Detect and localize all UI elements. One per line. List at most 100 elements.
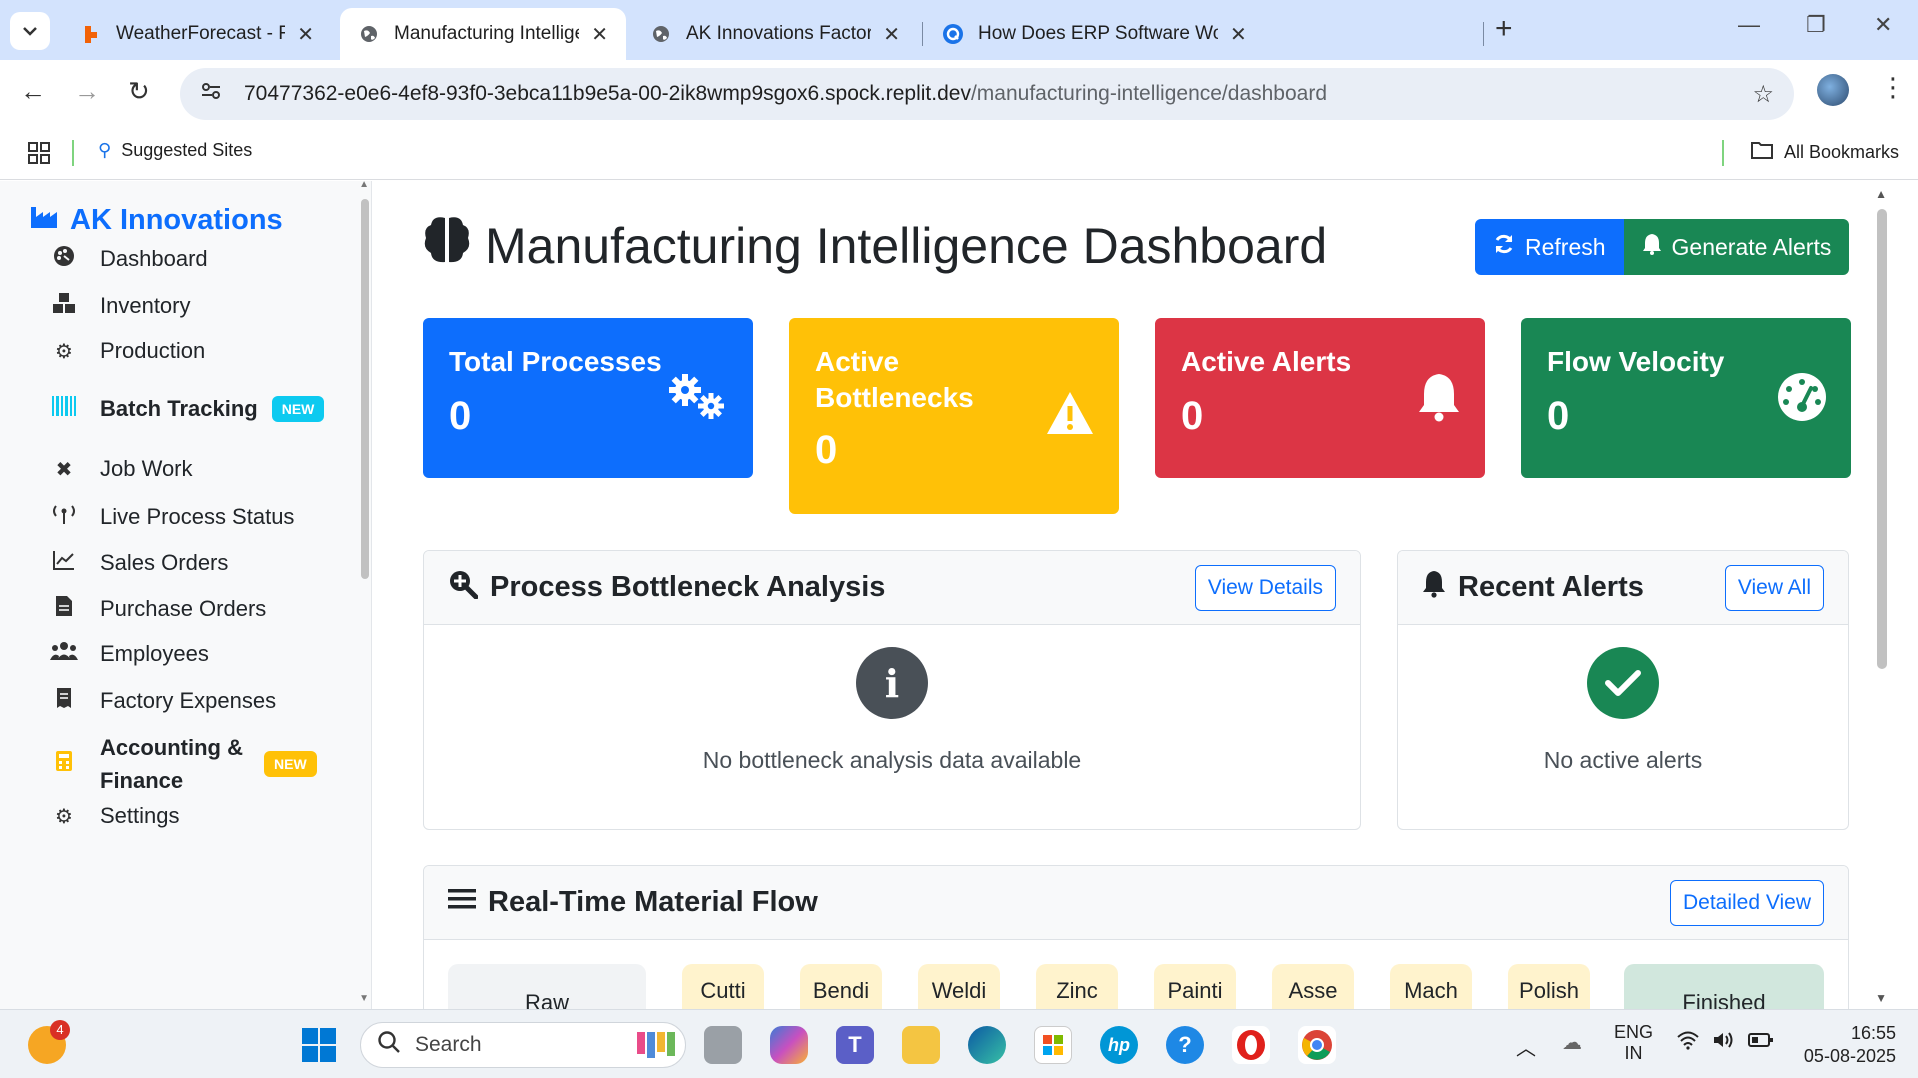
bookmark-suggested-sites[interactable]: ⚲ Suggested Sites (98, 140, 252, 161)
sidebar-item-accounting-finance[interactable]: Accounting & Finance NEW (50, 731, 317, 797)
flow-stage-polishing[interactable]: Polish (1508, 964, 1590, 1009)
clock[interactable]: 16:55 05-08-2025 (1796, 1022, 1896, 1068)
task-view-icon[interactable] (704, 1026, 742, 1064)
scroll-down-icon[interactable]: ▼ (1875, 991, 1887, 1005)
new-tab-button[interactable]: + (1495, 12, 1513, 46)
sidebar-item-factory-expenses[interactable]: Factory Expenses (50, 687, 276, 715)
view-all-button[interactable]: View All (1724, 564, 1824, 611)
empty-state: i No bottleneck analysis data available (424, 647, 1360, 774)
close-icon[interactable]: ✕ (591, 22, 608, 47)
copilot-icon[interactable] (770, 1026, 808, 1064)
flow-stage-raw[interactable]: Raw (448, 964, 646, 1009)
flow-stage-welding[interactable]: Weldi (918, 964, 1000, 1009)
refresh-button[interactable]: Refresh (1475, 219, 1624, 275)
flow-stage-cutting[interactable]: Cutti (682, 964, 764, 1009)
tab-erp-software[interactable]: How Does ERP Software Work: S ✕ (924, 8, 1468, 60)
main-content: Manufacturing Intelligence Dashboard Ref… (373, 181, 1893, 1009)
new-badge: NEW (264, 751, 317, 777)
forward-button[interactable]: → (74, 76, 100, 107)
broadcast-icon (50, 503, 78, 531)
tab-weatherforecast[interactable]: WeatherForecast - Replit ✕ (62, 8, 332, 60)
close-icon[interactable]: ✕ (297, 22, 314, 47)
address-bar[interactable]: 70477362-e0e6-4ef8-93f0-3ebca11b9e5a-00-… (180, 68, 1794, 120)
scroll-down-icon[interactable]: ▼ (359, 993, 369, 1004)
flow-stage-machining[interactable]: Mach (1390, 964, 1472, 1009)
tab-manufacturing-dashboard[interactable]: Manufacturing Intelligence Dasl ✕ (340, 8, 626, 60)
search-icon (377, 1030, 401, 1060)
flow-stage-finished[interactable]: Finished (1624, 964, 1824, 1009)
main-scrollbar[interactable] (1877, 209, 1887, 669)
opera-icon[interactable] (1232, 1026, 1270, 1064)
sidebar-item-live-process-status[interactable]: Live Process Status (50, 503, 294, 531)
volume-icon[interactable] (1712, 1030, 1736, 1055)
sidebar-item-label: Inventory (100, 293, 191, 318)
sidebar-item-settings[interactable]: ⚙ Settings (50, 803, 179, 829)
minimize-button[interactable]: — (1738, 12, 1760, 38)
close-window-button[interactable]: ✕ (1874, 12, 1892, 38)
brain-icon (423, 215, 471, 277)
tab-search-button[interactable] (10, 12, 50, 50)
browser-menu-icon[interactable]: ⋮ (1880, 72, 1906, 103)
profile-avatar[interactable] (1817, 74, 1849, 106)
sidebar-item-label: Live Process Status (100, 504, 295, 529)
back-button[interactable]: ← (20, 76, 46, 107)
bookmark-label: Suggested Sites (121, 140, 253, 160)
sidebar-item-sales-orders[interactable]: Sales Orders (50, 549, 228, 577)
scroll-up-icon[interactable]: ▲ (359, 181, 369, 190)
help-icon[interactable]: ? (1166, 1026, 1204, 1064)
brand[interactable]: AK Innovations (30, 203, 283, 237)
all-bookmarks[interactable]: All Bookmarks (1750, 140, 1899, 165)
sidebar-item-batch-tracking[interactable]: Batch Tracking NEW (50, 395, 325, 423)
bell-icon (1422, 570, 1446, 606)
wifi-icon[interactable] (1676, 1030, 1700, 1055)
sidebar-item-job-work[interactable]: ✖ Job Work (50, 456, 193, 482)
barcode-icon (50, 395, 78, 423)
region-code: IN (1624, 1043, 1643, 1063)
flow-stage-bending[interactable]: Bendi (800, 964, 882, 1009)
close-icon[interactable]: ✕ (883, 22, 900, 47)
site-info-icon[interactable] (200, 82, 230, 106)
palette-icon (50, 245, 78, 273)
question-icon (942, 23, 964, 45)
battery-icon[interactable] (1748, 1030, 1774, 1055)
restore-button[interactable]: ❐ (1806, 12, 1826, 38)
sidebar-scrollbar[interactable] (361, 199, 369, 579)
generate-alerts-button[interactable]: Generate Alerts (1623, 219, 1850, 275)
view-details-button[interactable]: View Details (1194, 564, 1336, 611)
chrome-icon[interactable] (1298, 1026, 1336, 1064)
onedrive-icon[interactable]: ☁ (1562, 1030, 1582, 1055)
microsoft-store-icon[interactable] (1034, 1026, 1072, 1064)
flow-stage-painting[interactable]: Painti (1154, 964, 1236, 1009)
flow-stage-zinc[interactable]: Zinc (1036, 964, 1118, 1009)
hp-icon[interactable]: hp (1100, 1026, 1138, 1064)
stage-label: Zinc (1056, 978, 1098, 1003)
sidebar-item-label-group: Accounting & Finance (100, 731, 250, 797)
generate-alerts-label: Generate Alerts (1671, 233, 1832, 260)
flow-stage-assembly[interactable]: Asse (1272, 964, 1354, 1009)
teams-icon[interactable]: T (836, 1026, 874, 1064)
language-indicator[interactable]: ENG IN (1614, 1022, 1653, 1064)
edge-icon[interactable] (968, 1026, 1006, 1064)
sidebar-item-inventory[interactable]: Inventory (50, 292, 191, 320)
show-hidden-icons-icon[interactable]: ︿ (1516, 1032, 1536, 1061)
scroll-up-icon[interactable]: ▲ (1875, 187, 1887, 201)
close-icon[interactable]: ✕ (1230, 22, 1247, 47)
bars-icon (448, 886, 476, 919)
bookmark-star-icon[interactable]: ☆ (1752, 80, 1774, 109)
sidebar-item-dashboard[interactable]: Dashboard (50, 245, 208, 273)
sidebar-item-label: Dashboard (100, 246, 208, 271)
sidebar-item-purchase-orders[interactable]: Purchase Orders (50, 595, 266, 623)
tab-ak-innovations[interactable]: AK Innovations Factory Manage ✕ (632, 8, 918, 60)
stage-label: Finished (1682, 990, 1766, 1009)
apps-grid-icon[interactable] (28, 142, 50, 169)
info-icon: i (856, 647, 928, 719)
tab-title: AK Innovations Factory Manage (686, 23, 872, 44)
detailed-view-button[interactable]: Detailed View (1669, 879, 1824, 926)
sidebar-item-label: Employees (100, 641, 209, 666)
sidebar-item-production[interactable]: ⚙ Production (50, 338, 205, 364)
windows-start-icon[interactable] (300, 1026, 338, 1064)
file-explorer-icon[interactable] (902, 1026, 940, 1064)
reload-button[interactable]: ↻ (128, 76, 150, 107)
sidebar-item-employees[interactable]: Employees (50, 641, 209, 667)
taskbar-search[interactable]: Search (360, 1022, 686, 1068)
